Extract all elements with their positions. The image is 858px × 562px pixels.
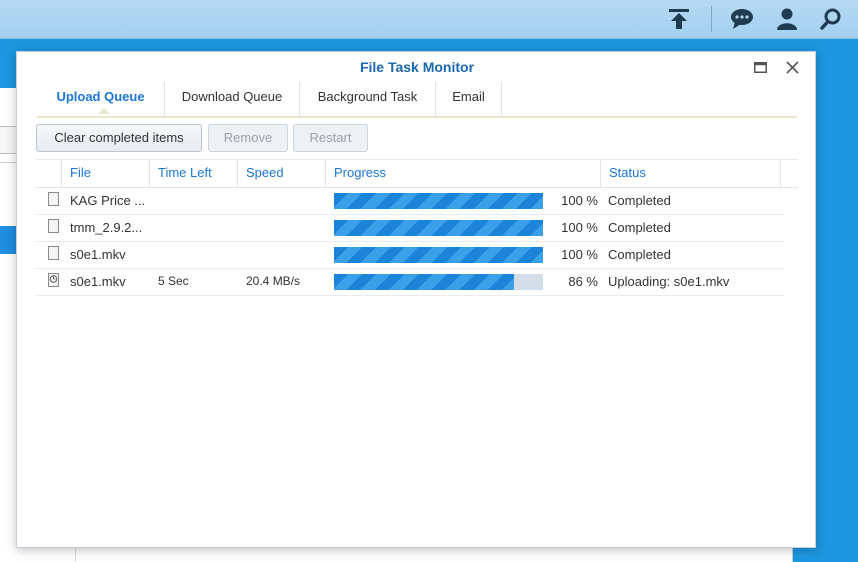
row-percent: 86 % xyxy=(568,274,598,289)
row-percent: 100 % xyxy=(561,220,598,235)
progress-fill xyxy=(334,193,543,209)
close-icon[interactable] xyxy=(785,60,799,74)
row-file-name: KAG Price ... xyxy=(70,193,146,208)
chat-icon[interactable] xyxy=(728,5,756,33)
row-file-name: s0e1.mkv xyxy=(70,247,126,262)
row-status: Completed xyxy=(608,220,671,235)
progress-fill xyxy=(334,274,514,290)
column-header-time-left[interactable]: Time Left xyxy=(150,160,238,187)
maximize-icon[interactable] xyxy=(753,60,767,74)
clock-file-icon xyxy=(48,273,59,287)
table-row[interactable]: tmm_2.9.2... 100 % Completed xyxy=(36,214,784,242)
row-progress-bar xyxy=(334,220,543,236)
progress-fill xyxy=(334,220,543,236)
column-header-progress[interactable]: Progress xyxy=(326,160,601,187)
file-icon xyxy=(48,192,59,206)
row-status: Completed xyxy=(608,193,671,208)
search-icon[interactable] xyxy=(817,5,845,33)
row-speed: 20.4 MB/s xyxy=(246,274,301,288)
file-icon xyxy=(48,246,59,260)
remove-button[interactable]: Remove xyxy=(208,124,288,152)
table-row[interactable]: KAG Price ... 100 % Completed xyxy=(36,187,784,215)
table-row[interactable]: s0e1.mkv 5 Sec 20.4 MB/s 86 % Uploading:… xyxy=(36,268,784,296)
clear-completed-button[interactable]: Clear completed items xyxy=(36,124,202,152)
restart-button[interactable]: Restart xyxy=(293,124,368,152)
row-progress-bar xyxy=(334,274,543,290)
table-row[interactable]: s0e1.mkv 100 % Completed xyxy=(36,241,784,269)
column-header-icon[interactable] xyxy=(36,160,62,187)
column-header-status[interactable]: Status xyxy=(601,160,781,187)
background-selected-row xyxy=(0,226,16,254)
upload-icon[interactable] xyxy=(665,5,693,33)
taskbar-divider xyxy=(711,6,712,32)
row-progress-bar xyxy=(334,193,543,209)
tab-bar: Upload Queue Download Queue Background T… xyxy=(37,82,797,118)
file-task-monitor-window: File Task Monitor Upload Queue Download … xyxy=(16,51,816,548)
row-file-name: tmm_2.9.2... xyxy=(70,220,143,235)
row-file-name: s0e1.mkv xyxy=(70,274,126,289)
row-time-left: 5 Sec xyxy=(158,274,189,288)
active-tab-indicator xyxy=(98,108,110,114)
column-header-speed[interactable]: Speed xyxy=(238,160,326,187)
row-percent: 100 % xyxy=(561,247,598,262)
table-header: File Time Left Speed Progress Status xyxy=(36,159,798,188)
row-percent: 100 % xyxy=(561,193,598,208)
window-title: File Task Monitor xyxy=(359,59,475,75)
tab-background-task[interactable]: Background Task xyxy=(300,82,436,116)
background-divider xyxy=(0,162,16,163)
row-progress-bar xyxy=(334,247,543,263)
row-status: Completed xyxy=(608,247,671,262)
row-status: Uploading: s0e1.mkv xyxy=(608,274,730,289)
column-header-file[interactable]: File xyxy=(62,160,150,187)
tab-download-queue[interactable]: Download Queue xyxy=(165,82,300,116)
file-icon xyxy=(48,219,59,233)
tab-email[interactable]: Email xyxy=(436,82,502,116)
user-icon[interactable] xyxy=(773,5,801,33)
desktop-taskbar xyxy=(0,0,858,39)
progress-fill xyxy=(334,247,543,263)
